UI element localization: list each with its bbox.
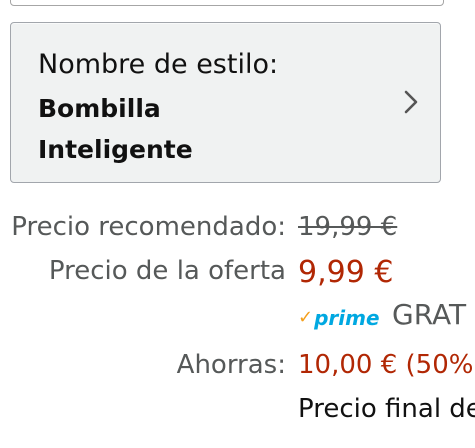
style-name-label: Nombre de estilo:	[38, 49, 279, 80]
style-name-value-line2: Inteligente	[38, 135, 193, 164]
style-name-value-line1: Bombilla	[38, 94, 161, 123]
savings-label: Ahorras:	[176, 350, 286, 380]
recommended-price-value: 19,99 €	[298, 212, 398, 242]
previous-selector-box[interactable]	[10, 0, 444, 6]
chevron-right-icon	[404, 90, 418, 114]
product-detail-page: Nombre de estilo: Bombilla Inteligente P…	[0, 0, 475, 448]
prime-wordmark: prime	[314, 306, 380, 330]
prime-logo: ✓ prime	[298, 308, 380, 328]
style-name-value: Bombilla Inteligente	[38, 88, 368, 170]
offer-price-label: Precio de la oferta	[48, 256, 286, 286]
savings-value: 10,00 € (50%	[298, 350, 474, 380]
offer-price-value: 9,99 €	[298, 255, 394, 290]
style-name-selector[interactable]: Nombre de estilo: Bombilla Inteligente	[10, 22, 441, 183]
prime-check-icon: ✓	[298, 307, 314, 328]
recommended-price-label: Precio recomendado:	[11, 212, 286, 242]
free-shipping-text: GRAT	[392, 298, 467, 331]
final-price-text: Precio final de	[298, 394, 475, 424]
